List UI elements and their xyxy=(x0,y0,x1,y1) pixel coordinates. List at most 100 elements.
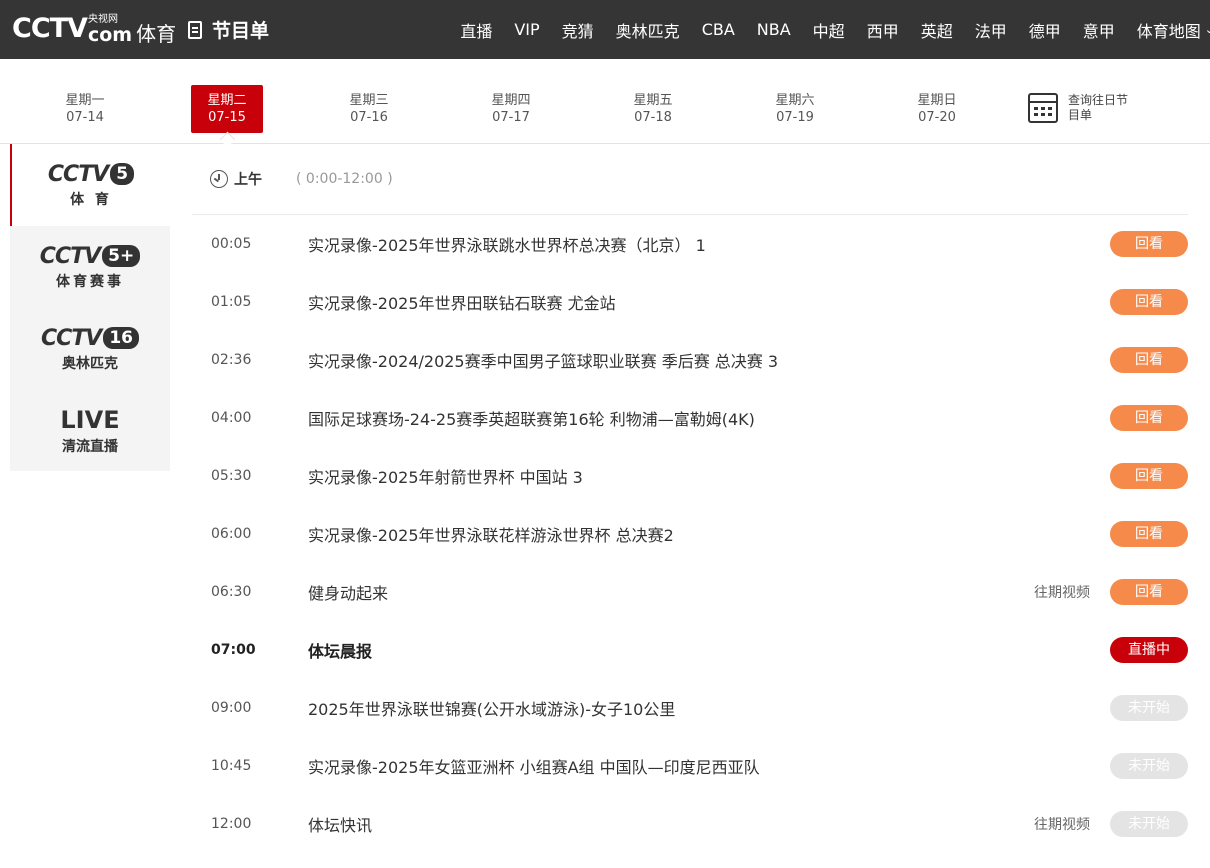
channel-logo-cctv: CCTV xyxy=(41,325,102,351)
schedule-row: 06:00 实况录像-2025年世界泳联花样游泳世界杯 总决赛2 回看 xyxy=(192,505,1188,563)
channel-name: 体育赛事 xyxy=(56,273,124,290)
schedule-row: 00:05 实况录像-2025年世界泳联跳水世界杯总决赛（北京） 1 回看 xyxy=(192,215,1188,273)
program-time: 06:00 xyxy=(211,526,252,542)
period-header: 上午 ( 0:00-12:00 ) xyxy=(192,144,1188,215)
day-date: 07-20 xyxy=(918,110,956,125)
day-tab-wed[interactable]: 星期三 07-16 xyxy=(333,85,405,133)
channel-live-stream[interactable]: LIVE 清流直播 xyxy=(10,390,170,472)
nav-item-laliga[interactable]: 西甲 xyxy=(867,18,899,42)
program-title[interactable]: 实况录像-2024/2025赛季中国男子篮球职业联赛 季后赛 总决赛 3 xyxy=(308,348,778,372)
nav-item-serie-a[interactable]: 意甲 xyxy=(1083,18,1115,42)
channel-name: 清流直播 xyxy=(62,439,118,455)
schedule-row: 06:30 健身动起来 往期视频 回看 xyxy=(192,563,1188,621)
day-date: 07-17 xyxy=(492,110,530,125)
program-time: 09:00 xyxy=(211,700,252,716)
nav-item-sports-map[interactable]: 体育地图 xyxy=(1137,18,1201,42)
day-weekday: 星期五 xyxy=(633,93,673,108)
schedule-row: 10:45 实况录像-2025年女篮亚洲杯 小组赛A组 中国队—印度尼西亚队 未开始 xyxy=(192,737,1188,795)
logo-com-text: com xyxy=(87,23,133,46)
period-range: ( 0:00-12:00 ) xyxy=(296,171,393,187)
replay-button[interactable]: 回看 xyxy=(1110,463,1188,489)
day-tab-sat[interactable]: 星期六 07-19 xyxy=(759,85,831,133)
program-time: 06:30 xyxy=(211,584,252,600)
program-time: 10:45 xyxy=(211,758,252,774)
schedule-row: 09:00 2025年世界泳联世锦赛(公开水域游泳)-女子10公里 未开始 xyxy=(192,679,1188,737)
channel-list: CCTV 5 体 育 CCTV 5+ 体育赛事 CCTV 16 奥林匹克 LIV… xyxy=(10,144,170,471)
replay-button[interactable]: 回看 xyxy=(1110,405,1188,431)
schedule-row: 12:00 体坛快讯 往期视频 未开始 xyxy=(192,795,1188,853)
program-title[interactable]: 国际足球赛场-24-25赛季英超联赛第16轮 利物浦—富勒姆(4K) xyxy=(308,406,755,430)
on-air-button[interactable]: 直播中 xyxy=(1110,637,1188,663)
channel-logo-cctv: CCTV xyxy=(39,243,101,269)
replay-button[interactable]: 回看 xyxy=(1110,347,1188,373)
program-title[interactable]: 实况录像-2025年世界田联钻石联赛 尤金站 xyxy=(308,290,616,314)
channel-logo: CCTV 5 xyxy=(48,162,135,187)
program-time: 02:36 xyxy=(211,352,252,368)
cctv-sports-logo[interactable]: CCTV 央视网 com 体育 xyxy=(12,9,176,47)
program-title[interactable]: 健身动起来 xyxy=(308,580,388,604)
logo-sub: 央视网 com xyxy=(88,12,132,45)
channel-number: 5+ xyxy=(102,245,141,267)
program-time: 04:00 xyxy=(211,410,252,426)
period-label: 上午 xyxy=(234,172,262,188)
channel-cctv5[interactable]: CCTV 5 体 育 xyxy=(10,144,170,226)
replay-button[interactable]: 回看 xyxy=(1110,231,1188,257)
page-title: 节目单 xyxy=(188,16,269,43)
past-videos-link[interactable]: 往期视频 xyxy=(1034,582,1090,602)
main-nav: 直播 VIP 竞猜 奥林匹克 CBA NBA 中超 西甲 英超 法甲 德甲 意甲… xyxy=(438,0,1210,59)
program-title[interactable]: 实况录像-2025年射箭世界杯 中国站 3 xyxy=(308,464,583,488)
clock-icon xyxy=(210,170,228,188)
program-title[interactable]: 2025年世界泳联世锦赛(公开水域游泳)-女子10公里 xyxy=(308,696,675,720)
day-tab-mon[interactable]: 星期一 07-14 xyxy=(49,85,121,133)
nav-item-premier-league[interactable]: 英超 xyxy=(921,18,953,42)
schedule-row: 02:36 实况录像-2024/2025赛季中国男子篮球职业联赛 季后赛 总决赛 … xyxy=(192,331,1188,389)
program-time: 00:05 xyxy=(211,236,252,252)
day-date: 07-16 xyxy=(350,110,388,125)
day-weekday: 星期日 xyxy=(917,93,957,108)
program-time: 05:30 xyxy=(211,468,252,484)
nav-item-vip[interactable]: VIP xyxy=(514,20,539,39)
logo-cn-text: 央视网 xyxy=(87,13,118,25)
chevron-down-icon[interactable]: ⌄ xyxy=(1205,23,1210,36)
program-title[interactable]: 实况录像-2025年世界泳联花样游泳世界杯 总决赛2 xyxy=(308,522,674,546)
replay-button[interactable]: 回看 xyxy=(1110,289,1188,315)
day-date: 07-15 xyxy=(208,110,246,125)
past-videos-link[interactable]: 往期视频 xyxy=(1034,814,1090,834)
schedule-row: 07:00 体坛晨报 直播中 xyxy=(192,621,1188,679)
channel-number: 5 xyxy=(110,163,135,185)
not-started-badge: 未开始 xyxy=(1110,753,1188,779)
nav-item-olympics[interactable]: 奥林匹克 xyxy=(616,18,680,42)
not-started-badge: 未开始 xyxy=(1110,811,1188,837)
channel-number: 16 xyxy=(103,327,139,349)
channel-logo-live: LIVE xyxy=(60,406,120,434)
nav-item-cba[interactable]: CBA xyxy=(702,20,735,39)
nav-item-quiz[interactable]: 竞猜 xyxy=(562,18,594,42)
program-title[interactable]: 体坛晨报 xyxy=(308,638,372,662)
logo-cctv-mark: CCTV xyxy=(12,12,88,44)
calendar-icon xyxy=(1028,93,1058,123)
day-tab-sun[interactable]: 星期日 07-20 xyxy=(901,85,973,133)
program-title[interactable]: 体坛快讯 xyxy=(308,812,372,836)
channel-logo: CCTV 16 xyxy=(41,326,139,351)
nav-item-bundesliga[interactable]: 德甲 xyxy=(1029,18,1061,42)
channel-cctv16[interactable]: CCTV 16 奥林匹克 xyxy=(10,308,170,390)
history-lookup-button[interactable]: 查询往日节目单 xyxy=(1028,93,1130,123)
nav-item-csl[interactable]: 中超 xyxy=(813,18,845,42)
day-date: 07-18 xyxy=(634,110,672,125)
day-weekday: 星期二 xyxy=(207,93,247,108)
day-tab-tue[interactable]: 星期二 07-15 xyxy=(191,85,263,133)
nav-item-nba[interactable]: NBA xyxy=(757,20,791,39)
day-weekday: 星期一 xyxy=(65,93,105,108)
replay-button[interactable]: 回看 xyxy=(1110,521,1188,547)
logo-sport-text: 体育 xyxy=(136,21,177,46)
day-tab-fri[interactable]: 星期五 07-18 xyxy=(617,85,689,133)
channel-cctv5plus[interactable]: CCTV 5+ 体育赛事 xyxy=(10,226,170,308)
channel-name: 奥林匹克 xyxy=(62,355,118,372)
schedule-row: 01:05 实况录像-2025年世界田联钻石联赛 尤金站 回看 xyxy=(192,273,1188,331)
day-tab-thu[interactable]: 星期四 07-17 xyxy=(475,85,547,133)
nav-item-ligue1[interactable]: 法甲 xyxy=(975,18,1007,42)
replay-button[interactable]: 回看 xyxy=(1110,579,1188,605)
nav-item-live[interactable]: 直播 xyxy=(460,18,492,42)
program-title[interactable]: 实况录像-2025年世界泳联跳水世界杯总决赛（北京） 1 xyxy=(308,232,706,256)
program-title[interactable]: 实况录像-2025年女篮亚洲杯 小组赛A组 中国队—印度尼西亚队 xyxy=(308,754,760,778)
